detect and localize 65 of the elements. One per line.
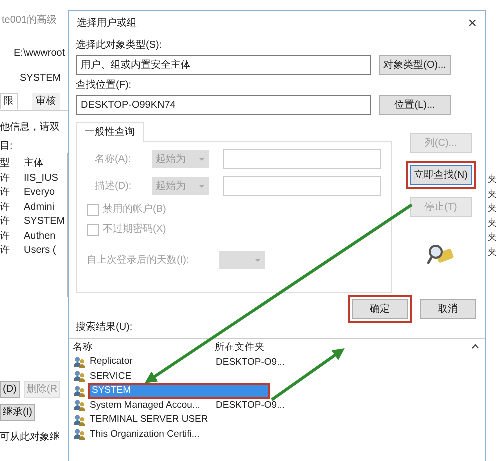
inherit-note: 可从此对象继 xyxy=(0,431,60,444)
folder-cell: DESKTOP-O9... xyxy=(216,356,285,369)
table-cell-text: Users ( xyxy=(24,244,58,258)
field-label: 描述(D): xyxy=(94,180,133,192)
folder-path: E:\wwwroot xyxy=(14,47,66,60)
column-header[interactable]: 所在文件夹 xyxy=(215,340,265,354)
users-icon xyxy=(73,428,86,442)
result-item[interactable]: System Managed Accou... xyxy=(88,400,210,412)
locations-button[interactable]: 位置(L)... xyxy=(379,95,451,115)
table-cell-text: 夹 xyxy=(488,216,497,230)
table-cell-text: 许 xyxy=(0,186,11,200)
users-icon xyxy=(73,414,86,427)
location-field[interactable]: DESKTOP-O99KN74 xyxy=(76,95,371,115)
column-header: 主体 xyxy=(24,157,45,171)
cancel-button[interactable]: 取消 xyxy=(420,299,476,319)
field-label: 查找位置(F): xyxy=(76,79,132,92)
query-tab[interactable]: 一般性查询 xyxy=(76,122,144,142)
table-cell-text: 夹 xyxy=(488,188,497,200)
table-cell-text: 夹 xyxy=(488,246,497,258)
users-icon xyxy=(73,399,86,412)
table-cell-text: Authen xyxy=(24,230,57,244)
scroll-up-icon[interactable] xyxy=(472,344,479,349)
table-cell-text: 夹 xyxy=(488,202,497,215)
field-label: 自上次登录后的天数(I): xyxy=(87,254,190,266)
result-item[interactable]: SERVICE xyxy=(88,370,210,383)
hint-text: 他信息，请双 xyxy=(0,121,60,134)
close-button[interactable]: × xyxy=(468,16,477,30)
column-header[interactable]: 名称 xyxy=(73,340,215,354)
folder-cell: DESKTOP-O9... xyxy=(216,399,285,412)
table-cell-text: 夹 xyxy=(488,173,497,186)
table-cell-text: 许 xyxy=(0,244,11,258)
checkbox-label: 禁用的帐户(B) xyxy=(103,203,166,216)
table-cell-text: Everyo xyxy=(24,186,56,200)
table-cell-text: SYSTEM xyxy=(24,215,66,229)
owner-name: SYSTEM xyxy=(20,72,62,85)
result-item[interactable]: Replicator xyxy=(88,356,210,368)
field-label: 选择此对象类型(S): xyxy=(76,39,162,52)
table-cell-text: 许 xyxy=(0,215,11,229)
users-icon xyxy=(73,384,86,398)
result-item[interactable]: This Organization Certifi... xyxy=(88,428,210,441)
magnifier-icon xyxy=(427,243,455,267)
ok-button[interactable]: 确定 xyxy=(352,299,408,319)
window-title: te001的高级 xyxy=(2,14,58,27)
entries-label: 目: xyxy=(0,140,13,153)
inherit-button[interactable]: 继承(I) xyxy=(0,404,36,421)
table-cell-text: 夹 xyxy=(488,231,497,244)
column-header: 型 xyxy=(0,157,11,171)
table-cell-text: Admini xyxy=(24,200,56,214)
users-icon xyxy=(73,370,86,384)
permission-button[interactable]: (D) xyxy=(0,381,20,398)
search-action-button[interactable]: 立即查找(N) xyxy=(410,165,472,185)
object-types-button[interactable]: 对象类型(O)... xyxy=(379,55,451,75)
tab[interactable]: 审核 xyxy=(32,93,60,110)
users-icon xyxy=(73,356,86,369)
table-cell-text: 许 xyxy=(0,172,11,186)
dialog-title: 选择用户或组 xyxy=(77,16,137,30)
table-cell-text: 许 xyxy=(0,200,11,214)
field-label: 名称(A): xyxy=(94,152,132,166)
type-field[interactable]: 用户、组或内置安全主体 xyxy=(76,55,371,75)
table-cell-text: IIS_IUS xyxy=(24,172,60,186)
table-cell-text: 许 xyxy=(0,230,11,244)
checkbox-label: 不过期密码(X) xyxy=(103,223,166,236)
results-label: 搜索结果(U): xyxy=(76,321,133,334)
result-item[interactable]: TERMINAL SERVER USER xyxy=(88,414,210,426)
tab[interactable]: 限 xyxy=(0,93,18,110)
